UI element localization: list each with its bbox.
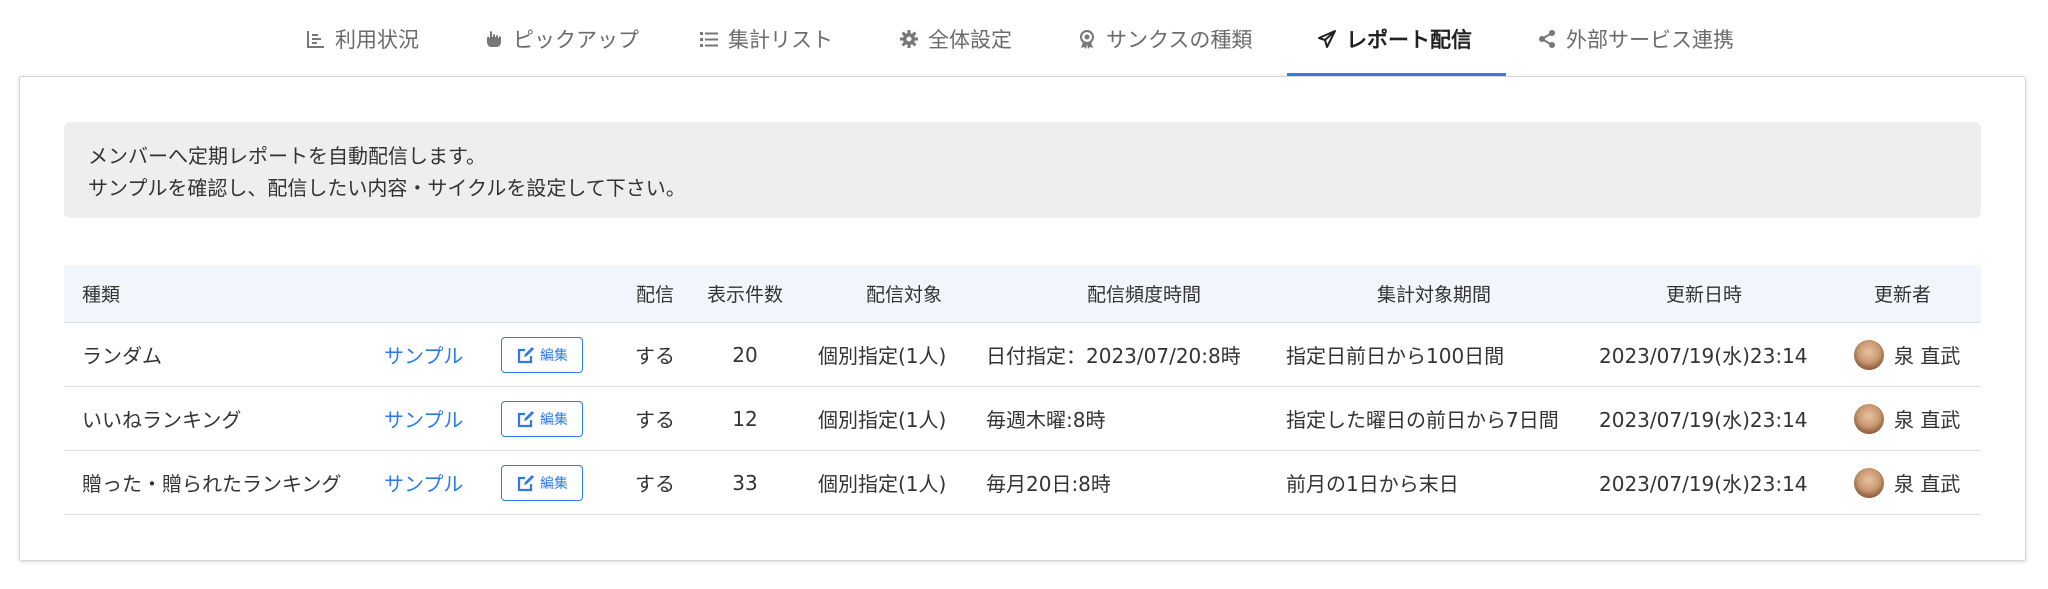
tab-usage[interactable]: 利用状況 — [305, 0, 419, 77]
sample-link[interactable]: サンプル — [384, 451, 463, 514]
header-period: 集計対象期間 — [1376, 284, 1491, 306]
tab-aggregate-list[interactable]: 集計リスト — [698, 0, 833, 77]
header-count: 表示件数 — [706, 284, 783, 306]
tab-label: 全体設定 — [928, 27, 1012, 52]
header-type: 種類 — [82, 284, 121, 306]
row-updated: 2023/07/19(水)23:14 — [1599, 472, 1808, 496]
list-icon — [698, 28, 720, 50]
updater-name: 泉 直武 — [1894, 344, 1961, 368]
report-table: 種類 配信 表示件数 配信対象 配信頻度時間 集計対象期間 更新日時 更新者 ラ… — [64, 265, 1981, 515]
tab-global-settings[interactable]: 全体設定 — [898, 0, 1012, 77]
tab-external-services[interactable]: 外部サービス連携 — [1536, 0, 1734, 77]
sample-link[interactable]: サンプル — [384, 323, 463, 386]
edit-button[interactable]: 編集 — [501, 400, 583, 437]
updater-name: 泉 直武 — [1894, 408, 1961, 432]
row-updater: 泉 直武 — [1854, 323, 1960, 386]
table-header: 種類 配信 表示件数 配信対象 配信頻度時間 集計対象期間 更新日時 更新者 — [64, 265, 1981, 323]
bar-list-icon — [305, 28, 327, 50]
edit-button[interactable]: 編集 — [501, 464, 583, 501]
row-count: 33 — [732, 470, 758, 495]
row-frequency: 日付指定：2023/07/20:8時 — [986, 344, 1241, 368]
row-updated: 2023/07/19(水)23:14 — [1599, 408, 1808, 432]
row-period: 指定した曜日の前日から7日間 — [1286, 408, 1559, 432]
row-period: 前月の1日から末日 — [1286, 472, 1459, 496]
edit-label: 編集 — [540, 347, 568, 364]
notice-line-1: メンバーへ定期レポートを自動配信します。 — [88, 144, 486, 168]
row-count: 12 — [732, 406, 758, 431]
avatar — [1854, 339, 1884, 370]
avatar — [1854, 467, 1884, 498]
share-icon — [1536, 28, 1558, 50]
row-type: 贈った・贈られたランキング — [82, 472, 342, 496]
tab-thanks-types[interactable]: サンクスの種類 — [1076, 0, 1252, 77]
notice-line-2: サンプルを確認し、配信したい内容・サイクルを設定して下さい。 — [88, 176, 686, 200]
paper-plane-icon — [1316, 28, 1338, 50]
tab-pickup[interactable]: ピックアップ — [483, 0, 639, 77]
edit-icon — [517, 410, 534, 427]
avatar — [1854, 403, 1884, 434]
table-row: いいねランキング サンプル 編集 する 12 個別指定(1人) 毎週木曜:8時 … — [64, 387, 1981, 451]
hand-pointer-icon — [483, 28, 505, 50]
tab-label: 集計リスト — [728, 27, 833, 52]
info-notice: メンバーへ定期レポートを自動配信します。 サンプルを確認し、配信したい内容・サイ… — [64, 122, 1981, 218]
header-updater: 更新者 — [1873, 284, 1931, 306]
gear-icon — [898, 28, 920, 50]
edit-icon — [517, 474, 534, 491]
edit-icon — [517, 346, 534, 363]
edit-button[interactable]: 編集 — [501, 336, 583, 373]
header-target: 配信対象 — [865, 284, 942, 306]
row-frequency: 毎週木曜:8時 — [986, 408, 1106, 432]
tab-label: ピックアップ — [513, 27, 639, 52]
row-updater: 泉 直武 — [1854, 451, 1960, 514]
table-row: ランダム サンプル 編集 する 20 個別指定(1人) 日付指定：2023/07… — [64, 323, 1981, 387]
edit-label: 編集 — [540, 411, 568, 428]
row-updated: 2023/07/19(水)23:14 — [1599, 344, 1808, 368]
row-frequency: 毎月20日:8時 — [986, 472, 1111, 496]
tab-label: レポート配信 — [1346, 27, 1472, 52]
tab-label: 外部サービス連携 — [1566, 27, 1734, 52]
row-target: 個別指定(1人) — [818, 472, 947, 496]
table-row: 贈った・贈られたランキング サンプル 編集 する 33 個別指定(1人) 毎月2… — [64, 451, 1981, 515]
header-frequency: 配信頻度時間 — [1086, 284, 1201, 306]
row-target: 個別指定(1人) — [818, 344, 947, 368]
row-count: 20 — [732, 342, 758, 367]
row-period: 指定日前日から100日間 — [1286, 344, 1505, 368]
row-target: 個別指定(1人) — [818, 408, 947, 432]
header-updated: 更新日時 — [1665, 284, 1742, 306]
row-type: いいねランキング — [82, 408, 242, 432]
tab-label: サンクスの種類 — [1106, 27, 1253, 52]
sample-link[interactable]: サンプル — [384, 387, 463, 450]
tab-label: 利用状況 — [335, 27, 419, 52]
award-icon — [1076, 28, 1098, 50]
row-type: ランダム — [82, 344, 162, 368]
edit-label: 編集 — [540, 475, 568, 492]
row-updater: 泉 直武 — [1854, 387, 1960, 450]
tab-bar: 利用状況 ピックアップ 集計リスト 全体設定 サンクスの種類 レポート配信 外部… — [0, 0, 2048, 77]
updater-name: 泉 直武 — [1894, 472, 1961, 496]
tab-report-delivery[interactable]: レポート配信 — [1316, 0, 1472, 77]
